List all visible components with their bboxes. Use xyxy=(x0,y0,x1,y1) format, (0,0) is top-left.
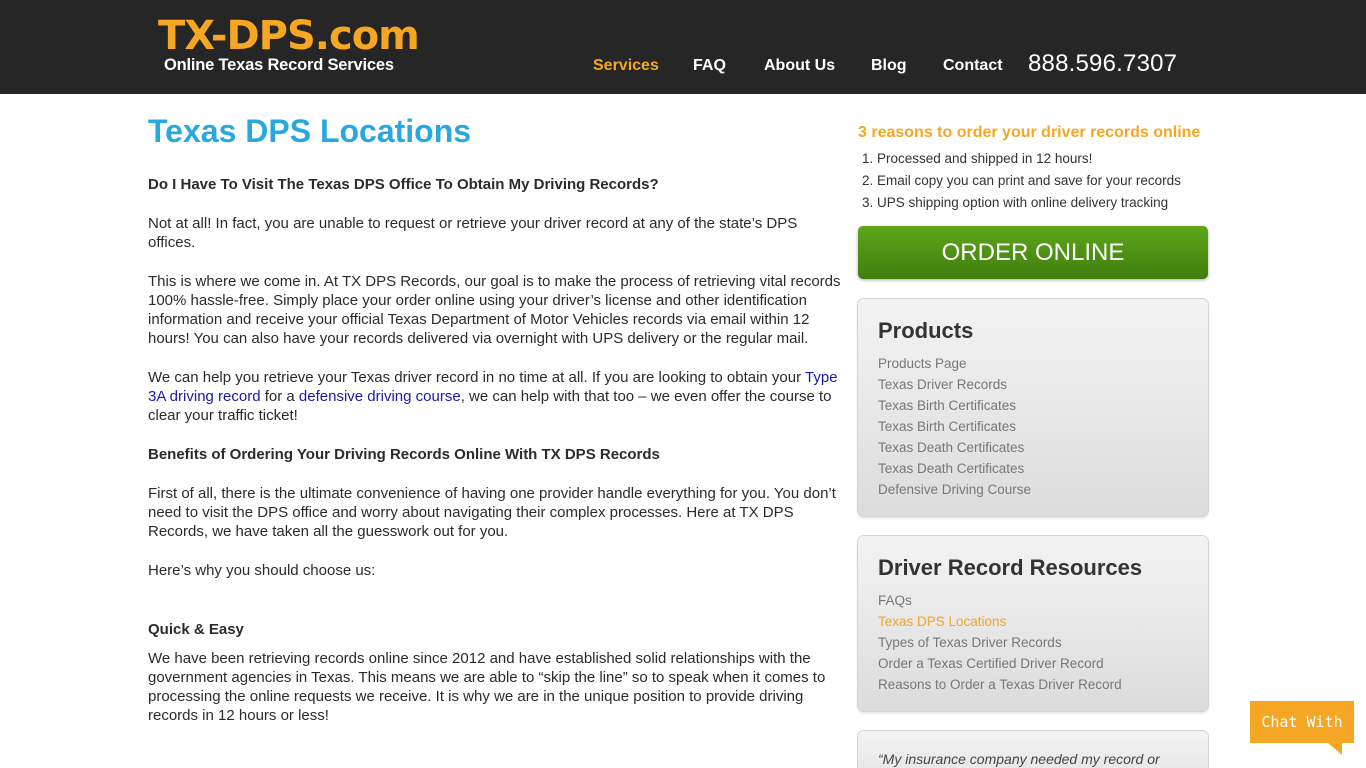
page-title: Texas DPS Locations xyxy=(148,113,472,149)
products-title: Products xyxy=(878,318,974,343)
nav-blog[interactable]: Blog xyxy=(871,57,907,77)
products-link[interactable]: Products Page xyxy=(878,353,1188,374)
resources-box: Driver Record Resources FAQs Texas DPS L… xyxy=(858,536,1208,711)
sidebar: 3 reasons to order your driver records o… xyxy=(858,122,1208,768)
products-link[interactable]: Texas Driver Records xyxy=(878,374,1188,395)
testimonial-box: “My insurance company needed my record o… xyxy=(858,731,1208,768)
products-link[interactable]: Texas Death Certificates xyxy=(878,458,1188,479)
order-online-button[interactable]: ORDER ONLINE xyxy=(858,226,1208,279)
resources-link[interactable]: Reasons to Order a Texas Driver Record xyxy=(878,674,1188,695)
paragraph: We have been retrieving records online s… xyxy=(148,650,826,724)
paragraph: Not at all! In fact, you are unable to r… xyxy=(148,215,798,251)
products-box: Products Products Page Texas Driver Reco… xyxy=(858,299,1208,516)
section-heading: Quick & Easy xyxy=(148,621,244,638)
site-header: TX-DPS.com Online Texas Record Services … xyxy=(0,0,1366,94)
reasons-title: 3 reasons to order your driver records o… xyxy=(858,124,1201,141)
paragraph: First of all, there is the ultimate conv… xyxy=(148,485,836,540)
products-link[interactable]: Defensive Driving Course xyxy=(878,479,1188,500)
site-tagline: Online Texas Record Services xyxy=(164,56,394,74)
resources-link-active[interactable]: Texas DPS Locations xyxy=(878,611,1188,632)
reason-item: 2. Email copy you can print and save for… xyxy=(862,173,1181,188)
resources-link[interactable]: FAQs xyxy=(878,590,1188,611)
resources-link[interactable]: Types of Texas Driver Records xyxy=(878,632,1188,653)
products-link[interactable]: Texas Birth Certificates xyxy=(878,395,1188,416)
reasons-list: 1. Processed and shipped in 12 hours! 2.… xyxy=(858,148,1208,214)
section-heading: Benefits of Ordering Your Driving Record… xyxy=(148,446,660,463)
nav-contact[interactable]: Contact xyxy=(943,57,1003,77)
main-content: Texas DPS Locations Do I Have To Visit T… xyxy=(148,112,844,745)
phone-number[interactable]: 888.596.7307 xyxy=(1028,50,1177,78)
chat-button[interactable]: Chat With Us xyxy=(1250,701,1354,768)
reason-item: 3. UPS shipping option with online deliv… xyxy=(862,195,1169,210)
paragraph: This is where we come in. At TX DPS Reco… xyxy=(148,273,841,347)
paragraph: Here’s why you should choose us: xyxy=(148,562,376,579)
nav-services[interactable]: Services xyxy=(593,57,659,77)
nav-faq[interactable]: FAQ xyxy=(693,57,726,77)
paragraph-text: We can help you retrieve your Texas driv… xyxy=(148,369,806,386)
nav-about-us[interactable]: About Us xyxy=(764,57,835,77)
products-link[interactable]: Texas Death Certificates xyxy=(878,437,1188,458)
paragraph: We can help you retrieve your Texas driv… xyxy=(148,368,844,425)
chat-bubble-tail xyxy=(1328,743,1342,755)
products-link[interactable]: Texas Birth Certificates xyxy=(878,416,1188,437)
resources-link[interactable]: Order a Texas Certified Driver Record xyxy=(878,653,1188,674)
section-heading: Do I Have To Visit The Texas DPS Office … xyxy=(148,176,659,193)
resources-title: Driver Record Resources xyxy=(878,555,1143,580)
paragraph-text: for a xyxy=(260,388,299,405)
reason-item: 1. Processed and shipped in 12 hours! xyxy=(862,151,1093,166)
defensive-driving-link[interactable]: defensive driving course xyxy=(299,388,461,405)
testimonial-text: “My insurance company needed my record o… xyxy=(878,751,1160,767)
site-logo[interactable]: TX-DPS.com xyxy=(158,13,420,59)
